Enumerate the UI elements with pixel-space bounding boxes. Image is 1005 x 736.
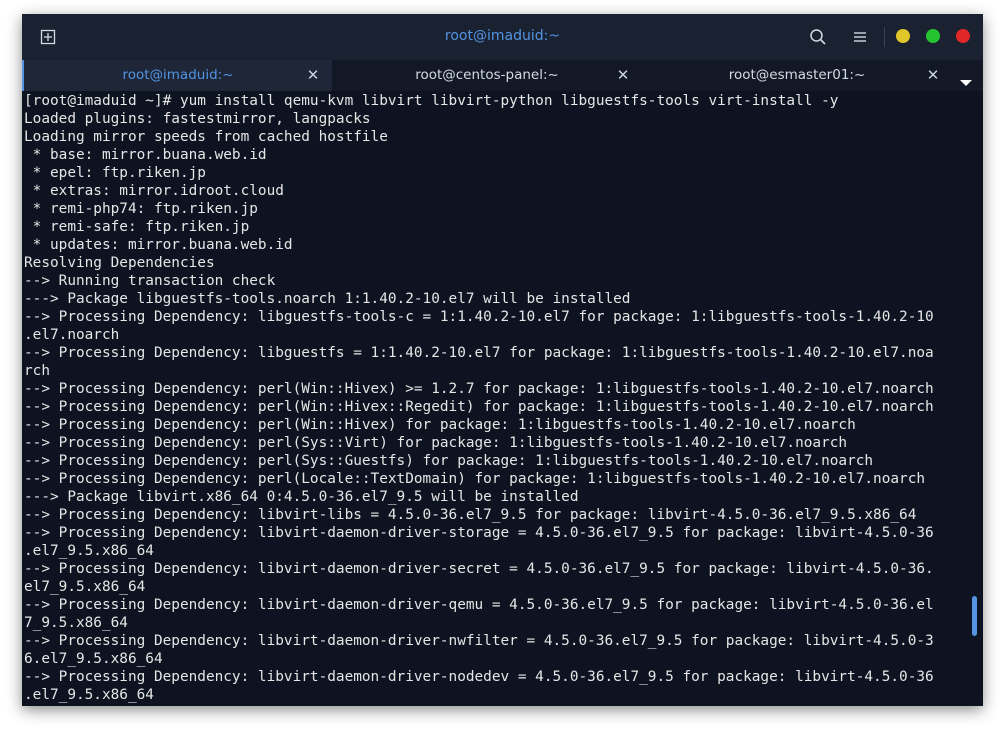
- terminal-output[interactable]: [root@imaduid ~]# yum install qemu-kvm l…: [24, 92, 972, 706]
- terminal-line: 6.el7_9.5.x86_64: [24, 651, 163, 667]
- terminal-line: --> Processing Dependency: libguestfs-to…: [24, 309, 934, 325]
- tab-bar: root@imaduid:~ ✕ root@centos-panel:~ ✕ r…: [22, 60, 983, 91]
- terminal-line: [root@imaduid ~]# yum install qemu-kvm l…: [24, 93, 839, 109]
- terminal-line: .el7.noarch: [24, 327, 120, 343]
- terminal-line: ---> Package libvirt.x86_64 0:4.5.0-36.e…: [24, 489, 579, 505]
- terminal-line: --> Processing Dependency: libguestfs = …: [24, 345, 934, 361]
- terminal-line: * remi-php74: ftp.riken.jp: [24, 201, 258, 217]
- new-tab-icon[interactable]: [40, 29, 56, 45]
- terminal-line: --> Processing Dependency: perl(Locale::…: [24, 471, 926, 487]
- terminal-line: --> Processing Dependency: perl(Win::Hiv…: [24, 399, 934, 415]
- maximize-button[interactable]: [926, 29, 940, 43]
- terminal-line: * epel: ftp.riken.jp: [24, 165, 206, 181]
- chevron-down-icon[interactable]: [960, 72, 972, 86]
- terminal-line: .el7_9.5.x86_64: [24, 543, 154, 559]
- terminal-line: --> Processing Dependency: perl(Win::Hiv…: [24, 417, 856, 433]
- terminal-line: --> Processing Dependency: libvirt-daemo…: [24, 525, 934, 541]
- minimize-button[interactable]: [896, 29, 910, 43]
- terminal-line: * extras: mirror.idroot.cloud: [24, 183, 284, 199]
- terminal-line: el7_9.5.x86_64: [24, 579, 146, 595]
- close-icon[interactable]: ✕: [926, 60, 940, 91]
- terminal-line: Resolving Dependencies: [24, 255, 215, 271]
- terminal-line: Loading mirror speeds from cached hostfi…: [24, 129, 388, 145]
- terminal-line: --> Processing Dependency: libvirt-daemo…: [24, 669, 934, 685]
- terminal-line: --> Processing Dependency: perl(Sys::Gue…: [24, 453, 874, 469]
- terminal-line: --> Processing Dependency: perl(Win::Hiv…: [24, 381, 934, 397]
- tab-root-centos-panel[interactable]: root@centos-panel:~ ✕: [332, 60, 642, 91]
- titlebar-separator: [884, 27, 885, 47]
- terminal-line: * updates: mirror.buana.web.id: [24, 237, 293, 253]
- terminal-line: --> Processing Dependency: libvirt-daemo…: [24, 561, 934, 577]
- terminal-line: --> Running transaction check: [24, 273, 276, 289]
- tab-root-imaduid[interactable]: root@imaduid:~ ✕: [22, 60, 332, 91]
- terminal-line: --> Processing Dependency: libvirt-daemo…: [24, 597, 934, 613]
- terminal-line: Loaded plugins: fastestmirror, langpacks: [24, 111, 371, 127]
- close-icon[interactable]: ✕: [616, 60, 630, 91]
- window-title: root@imaduid:~: [444, 28, 561, 44]
- terminal-window: root@imaduid:~ root@imaduid:~ ✕ root@cen…: [22, 14, 983, 706]
- title-bar: root@imaduid:~: [22, 14, 983, 60]
- tab-label: root@centos-panel:~: [415, 67, 559, 83]
- hamburger-menu-icon[interactable]: [851, 28, 869, 46]
- terminal-line: 7_9.5.x86_64: [24, 615, 128, 631]
- tab-root-esmaster01[interactable]: root@esmaster01:~ ✕: [642, 60, 952, 91]
- close-icon[interactable]: ✕: [306, 60, 320, 91]
- terminal-line: rch: [24, 363, 50, 379]
- terminal-line: * remi-safe: ftp.riken.jp: [24, 219, 250, 235]
- tab-label: root@imaduid:~: [122, 67, 234, 83]
- terminal-line: ---> Package libguestfs-tools.noarch 1:1…: [24, 291, 631, 307]
- terminal-line: --> Processing Dependency: libvirt-libs …: [24, 507, 917, 523]
- scrollbar-thumb[interactable]: [972, 596, 977, 636]
- search-icon[interactable]: [809, 28, 827, 46]
- terminal-line: * base: mirror.buana.web.id: [24, 147, 267, 163]
- close-window-button[interactable]: [956, 29, 970, 43]
- tab-label: root@esmaster01:~: [728, 67, 866, 83]
- terminal-line: --> Processing Dependency: perl(Sys::Vir…: [24, 435, 848, 451]
- terminal-line: .el7_9.5.x86_64: [24, 687, 154, 703]
- terminal-line: --> Processing Dependency: libvirt-daemo…: [24, 633, 934, 649]
